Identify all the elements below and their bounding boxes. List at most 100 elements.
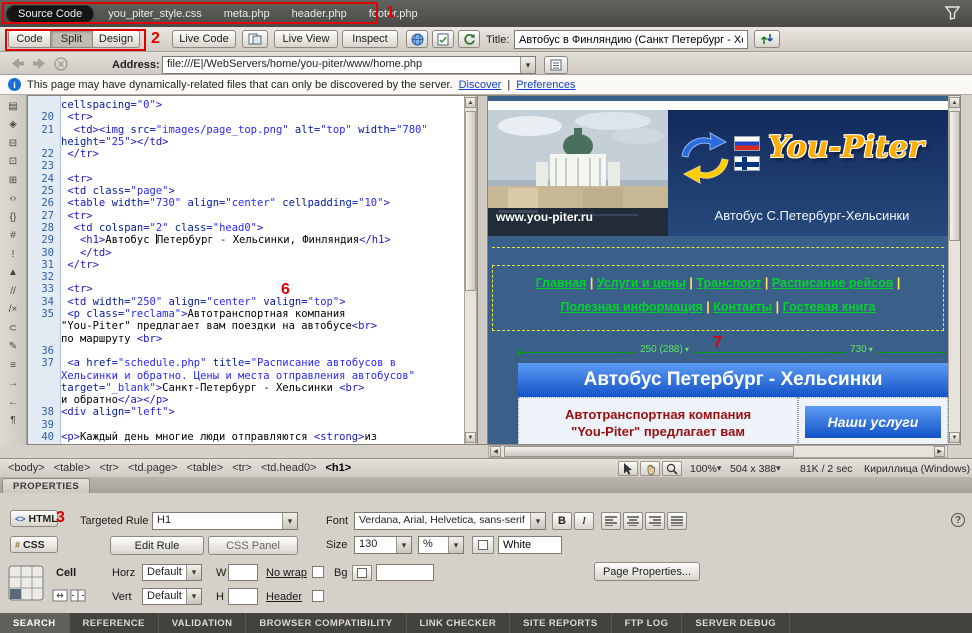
css-mode-button[interactable]: # CSS	[10, 536, 58, 553]
code-line[interactable]: </tr>	[61, 259, 464, 271]
open-documents-icon[interactable]: ▤	[3, 98, 24, 115]
code-line[interactable]	[61, 160, 464, 172]
design-hscroll-thumb[interactable]	[504, 446, 794, 457]
code-line[interactable]: <td class="page">	[61, 185, 464, 197]
move-convert-css-icon[interactable]: ≡	[3, 357, 24, 374]
design-view-button[interactable]: Design	[92, 30, 140, 48]
zoom-level[interactable]: 100%	[690, 463, 721, 475]
scroll-down-icon[interactable]	[465, 432, 476, 443]
stop-icon[interactable]	[54, 57, 68, 74]
font-combo[interactable]: Verdana, Arial, Helvetica, sans-serif	[354, 512, 546, 530]
combo-arrow-icon[interactable]	[186, 589, 201, 604]
scroll-right-icon[interactable]	[934, 446, 945, 457]
tag-selector-item[interactable]: <h1>	[326, 462, 352, 474]
properties-tab[interactable]: PROPERTIES	[2, 478, 90, 493]
panel-tab-validation[interactable]: VALIDATION	[159, 613, 247, 633]
select-tool-icon[interactable]	[618, 461, 638, 476]
collapse-selection-icon[interactable]: ⊡	[3, 154, 24, 171]
size-combo[interactable]: 130	[354, 536, 412, 554]
combo-arrow-icon[interactable]	[396, 537, 411, 553]
site-promo-cell[interactable]: Автотранспортная компания "You-Piter" пр…	[518, 397, 798, 445]
code-view-button[interactable]: Code	[8, 30, 50, 48]
outdent-code-icon[interactable]: ←	[3, 394, 24, 411]
italic-button[interactable]: I	[574, 512, 594, 530]
tag-selector-item[interactable]: <tr>	[99, 462, 119, 474]
panel-tab-site-reports[interactable]: SITE REPORTS	[510, 613, 611, 633]
expand-all-icon[interactable]: ⊞	[3, 172, 24, 189]
edit-rule-button[interactable]: Edit Rule	[110, 536, 204, 555]
live-code-button[interactable]: Live Code	[172, 30, 236, 48]
design-horizontal-scrollbar[interactable]	[488, 445, 948, 458]
merge-cells-icon[interactable]	[52, 589, 68, 605]
code-line[interactable]: <tr>	[61, 111, 464, 123]
code-line[interactable]: <table width="730" align="center" cellpa…	[61, 197, 464, 209]
site-services-cell[interactable]: Наши услуги	[798, 397, 948, 445]
vert-combo[interactable]: Default	[142, 588, 202, 605]
refresh-design-view-icon[interactable]	[458, 30, 480, 48]
collapse-full-tag-icon[interactable]: ⊟	[3, 135, 24, 152]
code-line[interactable]: <tr>	[61, 210, 464, 222]
forward-icon[interactable]	[32, 57, 47, 73]
code-line[interactable]: <h1>Автобус Петербург - Хельсинки, Финля…	[61, 234, 464, 246]
line-numbers-icon[interactable]: #	[3, 228, 24, 245]
site-nav-link[interactable]: Услуги и цены	[597, 276, 686, 290]
file-tab[interactable]: footer.php	[369, 8, 418, 20]
scroll-down-icon[interactable]	[949, 432, 960, 443]
cell-height-field[interactable]	[228, 588, 258, 605]
align-right-icon[interactable]	[645, 512, 665, 530]
bg-color-swatch[interactable]	[352, 565, 372, 581]
file-tab[interactable]: meta.php	[224, 8, 270, 20]
code-line[interactable]: <tr>	[61, 173, 464, 185]
file-management-icon[interactable]	[754, 30, 780, 48]
code-line[interactable]: cellspacing="0">	[61, 99, 464, 111]
combo-arrow-icon[interactable]	[530, 513, 545, 529]
document-title-input[interactable]	[514, 30, 748, 49]
code-line[interactable]: <td colspan="2" class="head0">	[61, 222, 464, 234]
code-line[interactable]: <a href="schedule.php" title="Расписание…	[61, 357, 464, 369]
panel-tab-ftp-log[interactable]: FTP LOG	[612, 613, 683, 633]
split-view-divider[interactable]	[477, 95, 488, 445]
panel-tab-search[interactable]: SEARCH	[0, 613, 70, 633]
compare-files-icon[interactable]	[242, 30, 268, 48]
remove-comment-icon[interactable]: /×	[3, 302, 24, 319]
targeted-rule-combo[interactable]: H1	[152, 512, 298, 530]
tag-selector-item[interactable]: <tr>	[232, 462, 252, 474]
design-view-pane[interactable]: You-Piter www.you-piter.ru Автобус С.Пет…	[488, 95, 948, 445]
code-line[interactable]	[61, 345, 464, 357]
align-center-icon[interactable]	[623, 512, 643, 530]
site-nav-link[interactable]: Контакты	[713, 300, 772, 314]
show-code-navigator-icon[interactable]: ◈	[3, 117, 24, 134]
tag-selector-item[interactable]: <table>	[187, 462, 224, 474]
site-nav-link[interactable]: Гостевая книга	[783, 300, 876, 314]
tag-selector-item[interactable]: <td.page>	[128, 462, 178, 474]
site-nav-link[interactable]: Расписание рейсов	[772, 276, 894, 290]
panel-tab-link-checker[interactable]: LINK CHECKER	[407, 613, 511, 633]
inspect-button[interactable]: Inspect	[342, 30, 398, 48]
code-scroll-thumb[interactable]	[465, 111, 476, 291]
header-checkbox[interactable]	[312, 590, 324, 602]
back-icon[interactable]	[10, 57, 25, 73]
hand-tool-icon[interactable]	[640, 461, 660, 476]
check-browser-compatibility-icon[interactable]	[406, 30, 428, 48]
design-vertical-scrollbar[interactable]	[948, 95, 961, 445]
scroll-left-icon[interactable]	[490, 446, 501, 457]
live-view-button[interactable]: Live View	[274, 30, 338, 48]
code-line[interactable]: "You-Piter" предлагает вам поездки на ав…	[61, 320, 464, 332]
syntax-error-alerts-icon[interactable]: ▲	[3, 265, 24, 282]
css-panel-button[interactable]: CSS Panel	[208, 536, 298, 555]
tag-selector-item[interactable]: <td.head0>	[261, 462, 317, 474]
format-source-code-icon[interactable]: ¶	[3, 413, 24, 430]
panel-tab-server-debug[interactable]: SERVER DEBUG	[682, 613, 790, 633]
code-line[interactable]: <tr>	[61, 283, 464, 295]
panel-tab-reference[interactable]: REFERENCE	[70, 613, 159, 633]
size-unit-combo[interactable]: %	[418, 536, 464, 554]
indent-code-icon[interactable]: →	[3, 376, 24, 393]
bold-button[interactable]: B	[552, 512, 572, 530]
address-options-icon[interactable]	[544, 56, 568, 74]
code-line[interactable]: <p class="reclama">Автотранспортная комп…	[61, 308, 464, 320]
design-scroll-thumb[interactable]	[949, 111, 960, 241]
column-width-menu[interactable]: 250 (288)	[636, 344, 693, 355]
validate-markup-icon[interactable]	[432, 30, 454, 48]
window-size[interactable]: 504 x 388	[730, 463, 781, 475]
site-nav-link[interactable]: Главная	[536, 276, 587, 290]
